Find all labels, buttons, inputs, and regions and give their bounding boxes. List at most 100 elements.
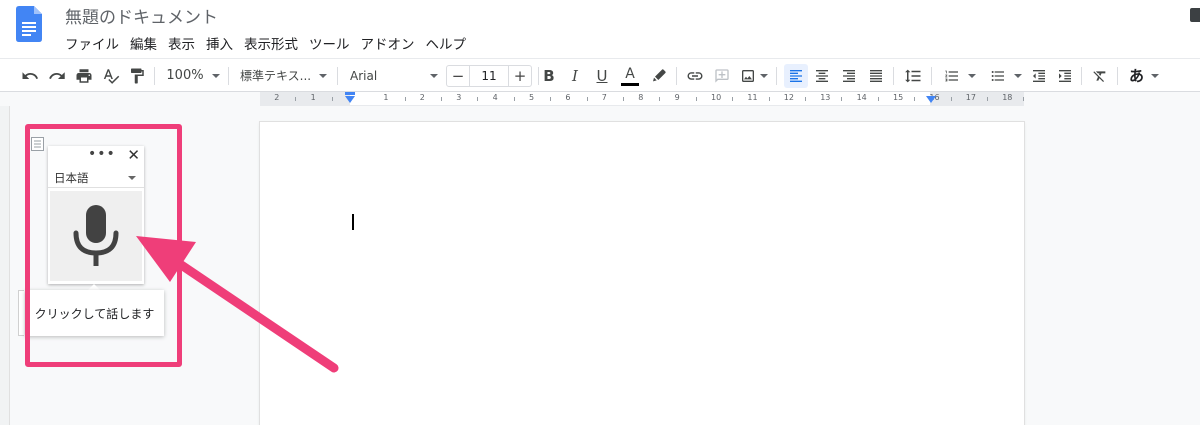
ruler-tick bbox=[914, 97, 916, 101]
ruler-label: 2 bbox=[419, 93, 425, 102]
title-bar: 無題のドキュメント ファイル 編集 表示 挿入 表示形式 ツール アドオン ヘル… bbox=[0, 0, 1200, 58]
menu-view[interactable]: 表示 bbox=[167, 33, 200, 53]
ruler-label: 5 bbox=[529, 93, 535, 102]
italic-button[interactable]: I bbox=[566, 59, 584, 92]
undo-icon[interactable] bbox=[18, 59, 42, 92]
menu-edit[interactable]: 編集 bbox=[129, 33, 162, 53]
toolbar-divider bbox=[1081, 67, 1082, 85]
toolbar-divider bbox=[931, 67, 932, 85]
menu-file[interactable]: ファイル bbox=[64, 33, 124, 53]
ruler-tick bbox=[805, 97, 806, 101]
ruler-tick bbox=[404, 97, 406, 101]
spellcheck-icon[interactable] bbox=[99, 59, 123, 92]
link-icon[interactable] bbox=[684, 59, 706, 92]
toolbar: 100% 標準テキス... Arial − 11 + B I U A あ bbox=[0, 58, 1200, 92]
ruler-tick bbox=[841, 97, 843, 101]
comments-icon[interactable] bbox=[1190, 8, 1200, 22]
chevron-down-icon bbox=[430, 73, 438, 78]
ruler-label: 8 bbox=[638, 93, 644, 102]
toolbar-divider bbox=[228, 67, 229, 85]
ruler-label: 9 bbox=[674, 93, 680, 102]
ruler-label: 2 bbox=[274, 93, 280, 102]
chevron-down-icon bbox=[319, 73, 328, 78]
panel-edge bbox=[18, 290, 24, 336]
font-size-stepper: − 11 + bbox=[446, 65, 532, 87]
chevron-down-icon bbox=[1014, 73, 1022, 78]
ruler-label: 15 bbox=[893, 93, 904, 102]
increase-indent-icon[interactable] bbox=[1054, 59, 1076, 92]
ruler-label: 12 bbox=[783, 93, 794, 102]
paragraph-style-select[interactable]: 標準テキス... bbox=[236, 59, 334, 92]
underline-button[interactable]: U bbox=[593, 59, 611, 92]
bold-button[interactable]: B bbox=[540, 59, 558, 92]
menu-format[interactable]: 表示形式 bbox=[243, 33, 303, 53]
document-title[interactable]: 無題のドキュメント bbox=[65, 3, 218, 28]
document-page[interactable] bbox=[260, 122, 1024, 425]
paragraph-style-value: 標準テキス... bbox=[240, 69, 312, 83]
align-left-icon[interactable] bbox=[784, 64, 808, 88]
font-size-input[interactable]: 11 bbox=[469, 66, 509, 86]
menu-bar: ファイル 編集 表示 挿入 表示形式 ツール アドオン ヘルプ bbox=[64, 33, 476, 53]
ruler-label: 1 bbox=[310, 93, 316, 102]
decrease-font-size-button[interactable]: − bbox=[447, 66, 469, 86]
zoom-value: 100% bbox=[166, 68, 204, 83]
chevron-down-icon bbox=[211, 73, 220, 78]
ruler-tick bbox=[441, 97, 442, 101]
input-tools-label: あ bbox=[1128, 67, 1144, 85]
ruler-label: 17 bbox=[965, 93, 976, 102]
decrease-indent-icon[interactable] bbox=[1028, 59, 1050, 92]
text-color-icon: A bbox=[625, 66, 635, 82]
text-color-swatch bbox=[621, 83, 639, 86]
ruler-label: 18 bbox=[1002, 93, 1013, 102]
ruler-label: 7 bbox=[601, 93, 607, 102]
left-indent-handle[interactable] bbox=[345, 96, 355, 103]
toolbar-divider bbox=[893, 67, 894, 85]
toolbar-divider bbox=[538, 67, 539, 85]
vertical-ruler[interactable] bbox=[0, 106, 10, 425]
ruler-label: 1 bbox=[383, 93, 389, 102]
font-select[interactable]: Arial bbox=[346, 59, 438, 92]
ruler-tick bbox=[987, 97, 988, 101]
ruler-tick bbox=[695, 97, 697, 101]
increase-font-size-button[interactable]: + bbox=[509, 66, 531, 86]
ruler-tick bbox=[331, 97, 333, 101]
docs-logo-icon[interactable] bbox=[16, 6, 42, 42]
align-justify-icon[interactable] bbox=[865, 59, 887, 92]
chevron-down-icon bbox=[968, 73, 976, 78]
horizontal-ruler[interactable]: 2 1 1 2 3 4 5 6 7 8 9 10 11 12 13 14 15 16 17 18 bbox=[0, 92, 1200, 106]
highlight-color-icon[interactable] bbox=[648, 59, 670, 92]
numbered-list-icon[interactable] bbox=[939, 59, 981, 92]
add-comment-icon[interactable] bbox=[711, 59, 733, 92]
line-spacing-icon[interactable] bbox=[901, 59, 925, 92]
align-center-icon[interactable] bbox=[811, 59, 833, 92]
toolbar-divider bbox=[676, 67, 677, 85]
right-indent-handle[interactable] bbox=[926, 96, 936, 103]
ruler-tick bbox=[623, 97, 624, 101]
clear-formatting-icon[interactable] bbox=[1089, 59, 1111, 92]
ruler-tick bbox=[513, 97, 515, 101]
ruler-tick bbox=[950, 97, 952, 101]
redo-icon[interactable] bbox=[45, 59, 69, 92]
paint-format-icon[interactable] bbox=[125, 59, 149, 92]
toolbar-divider bbox=[337, 67, 338, 85]
toolbar-divider bbox=[776, 67, 777, 85]
ruler-tick bbox=[659, 97, 661, 101]
zoom-select[interactable]: 100% bbox=[162, 59, 224, 92]
input-tools-button[interactable]: あ bbox=[1124, 59, 1164, 92]
insert-image-icon[interactable] bbox=[738, 59, 770, 92]
ruler-tick bbox=[877, 97, 879, 101]
ruler-tick bbox=[477, 97, 479, 101]
menu-help[interactable]: ヘルプ bbox=[425, 33, 472, 53]
ruler-tick bbox=[768, 97, 770, 101]
ruler-tick bbox=[586, 97, 588, 101]
menu-insert[interactable]: 挿入 bbox=[205, 33, 238, 53]
first-line-indent-handle[interactable] bbox=[345, 92, 355, 95]
text-color-button[interactable]: A bbox=[620, 59, 640, 92]
print-icon[interactable] bbox=[72, 59, 96, 92]
menu-tools[interactable]: ツール bbox=[308, 33, 355, 53]
ruler-label: 13 bbox=[820, 93, 831, 102]
bulleted-list-icon[interactable] bbox=[985, 59, 1027, 92]
toolbar-divider bbox=[1117, 67, 1118, 85]
menu-addons[interactable]: アドオン bbox=[360, 33, 420, 53]
align-right-icon[interactable] bbox=[838, 59, 860, 92]
